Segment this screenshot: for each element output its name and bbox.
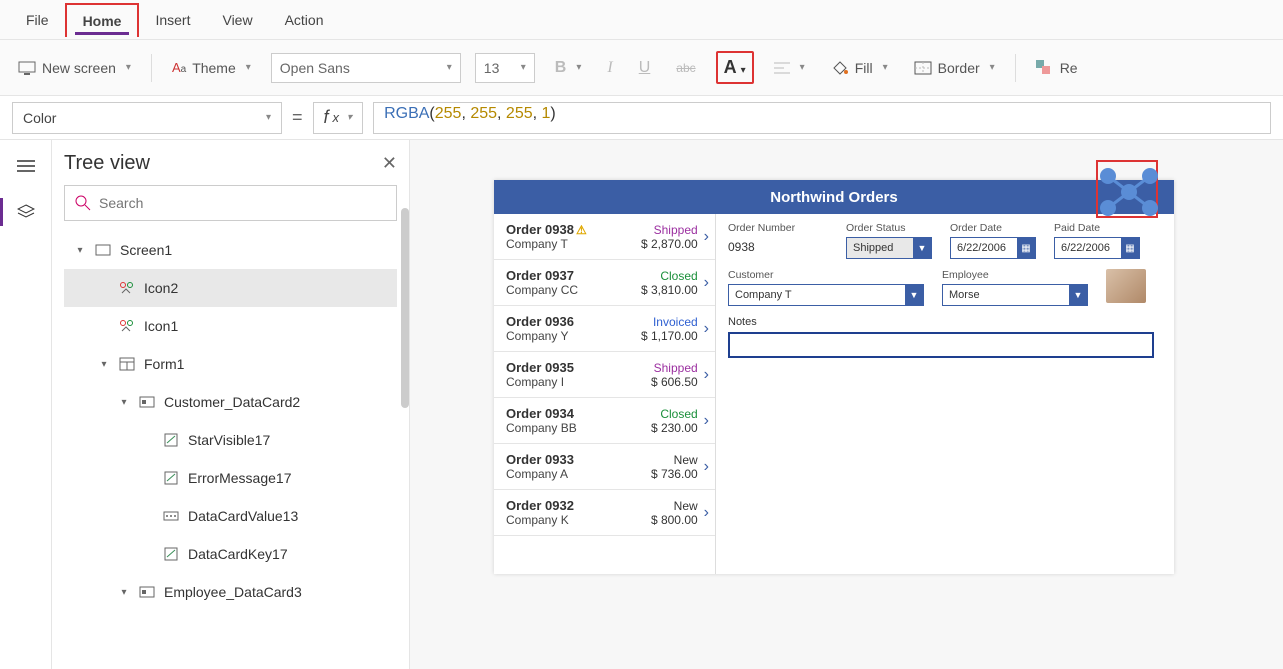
screen-icon — [18, 61, 36, 75]
tree-scrollbar[interactable] — [401, 208, 409, 408]
menu-action[interactable]: Action — [269, 4, 340, 36]
tree-node-employee-datacard[interactable]: ▾Employee_DataCard3 — [64, 573, 397, 611]
formula-bar: Color▾ = fx▾ RGBA(255, 255, 255, 1) — [0, 96, 1283, 140]
tree-node-icon2[interactable]: Icon2 — [64, 269, 397, 307]
paint-bucket-icon — [831, 60, 849, 76]
reorder-icon — [1036, 60, 1054, 76]
tree-node-form1[interactable]: ▾Form1 — [64, 345, 397, 383]
employee-avatar — [1106, 269, 1146, 303]
tree-view-title: Tree view — [64, 152, 150, 175]
tree-node-starvisible[interactable]: StarVisible17 — [64, 421, 397, 459]
treeview-rail-button[interactable] — [12, 198, 40, 226]
ordernum-label: Order Number — [728, 222, 828, 234]
hamburger-button[interactable] — [12, 152, 40, 180]
ordernum-value: 0938 — [728, 237, 828, 254]
paiddate-label: Paid Date — [1054, 222, 1140, 234]
font-select[interactable]: Open Sans▾ — [271, 53, 461, 83]
customer-label: Customer — [728, 269, 924, 281]
employee-dropdown[interactable]: Morse▼ — [942, 284, 1088, 306]
equals-sign: = — [292, 107, 303, 128]
tree: ▾Screen1 Icon2 Icon1 ▾Form1 ▾Customer_Da… — [64, 231, 397, 669]
customer-dropdown[interactable]: Company T▼ — [728, 284, 924, 306]
order-row[interactable]: Order 0936Company YInvoiced$ 1,170.00› — [494, 306, 715, 352]
status-dropdown[interactable]: Shipped▼ — [846, 237, 932, 259]
theme-button[interactable]: Aa Theme▾ — [166, 56, 257, 80]
tree-node-errormessage[interactable]: ErrorMessage17 — [64, 459, 397, 497]
italic-button[interactable]: I — [601, 55, 618, 81]
layers-icon — [17, 204, 35, 220]
align-button[interactable]: ▾ — [768, 57, 811, 79]
canvas[interactable]: Northwind Orders Order 0938⚠Company TShi… — [410, 140, 1283, 669]
fontcolor-button[interactable]: A▾ — [716, 51, 754, 84]
tree-node-datacardkey[interactable]: DataCardKey17 — [64, 535, 397, 573]
notes-label: Notes — [728, 316, 1162, 328]
search-icon — [75, 195, 91, 211]
fx-button[interactable]: fx▾ — [313, 102, 364, 134]
order-row[interactable]: Order 0934Company BBClosed$ 230.00› — [494, 398, 715, 444]
employee-label: Employee — [942, 269, 1088, 281]
fill-button[interactable]: Fill▾ — [825, 56, 894, 80]
app-title-bar: Northwind Orders — [494, 180, 1174, 214]
orderdate-picker[interactable]: 6/22/2006▦ — [950, 237, 1036, 259]
underline-button[interactable]: U — [633, 55, 657, 81]
menu-home[interactable]: Home — [65, 3, 140, 37]
strike-button[interactable]: abc — [670, 57, 701, 79]
border-button[interactable]: Border▾ — [908, 56, 1001, 80]
formula-input[interactable]: RGBA(255, 255, 255, 1) — [373, 102, 1271, 134]
reorder-button[interactable]: Re — [1030, 56, 1084, 80]
menu-file[interactable]: File — [10, 4, 65, 36]
status-label: Order Status — [846, 222, 932, 234]
orderdate-label: Order Date — [950, 222, 1036, 234]
close-panel-button[interactable]: ✕ — [382, 153, 397, 174]
paiddate-picker[interactable]: 6/22/2006▦ — [1054, 237, 1140, 259]
tree-view-panel: Tree view ✕ ▾Screen1 Icon2 Icon1 ▾Form1 … — [52, 140, 410, 669]
app-preview: Northwind Orders Order 0938⚠Company TShi… — [494, 180, 1174, 574]
selection-box[interactable] — [1096, 160, 1158, 218]
menu-view[interactable]: View — [206, 4, 268, 36]
tree-node-screen1[interactable]: ▾Screen1 — [64, 231, 397, 269]
tree-node-icon1[interactable]: Icon1 — [64, 307, 397, 345]
ribbon: New screen▾ Aa Theme▾ Open Sans▾ 13▾ B▾ … — [0, 40, 1283, 96]
bold-button[interactable]: B▾ — [549, 55, 588, 81]
order-row[interactable]: Order 0933Company ANew$ 736.00› — [494, 444, 715, 490]
order-row[interactable]: Order 0937Company CCClosed$ 3,810.00› — [494, 260, 715, 306]
order-row[interactable]: Order 0938⚠Company TShipped$ 2,870.00› — [494, 214, 715, 260]
tree-search[interactable] — [64, 185, 397, 221]
tree-node-datacardvalue[interactable]: DataCardValue13 — [64, 497, 397, 535]
search-input[interactable] — [99, 195, 386, 211]
new-screen-button[interactable]: New screen▾ — [12, 56, 137, 80]
notes-input[interactable] — [728, 332, 1154, 358]
order-list[interactable]: Order 0938⚠Company TShipped$ 2,870.00›Or… — [494, 214, 716, 574]
fontsize-select[interactable]: 13▾ — [475, 53, 535, 83]
left-rail — [0, 140, 52, 669]
border-icon — [914, 61, 932, 75]
tree-node-customer-datacard[interactable]: ▾Customer_DataCard2 — [64, 383, 397, 421]
property-select[interactable]: Color▾ — [12, 102, 282, 134]
menu-insert[interactable]: Insert — [139, 4, 206, 36]
hamburger-icon — [17, 159, 35, 173]
selection-handles-icon — [1098, 162, 1160, 220]
order-detail-form: Order Number 0938 Order Status Shipped▼ Or… — [716, 214, 1174, 574]
order-row[interactable]: Order 0935Company IShipped$ 606.50› — [494, 352, 715, 398]
order-row[interactable]: Order 0932Company KNew$ 800.00› — [494, 490, 715, 536]
menu-bar: File Home Insert View Action — [0, 0, 1283, 40]
align-icon — [774, 61, 790, 75]
